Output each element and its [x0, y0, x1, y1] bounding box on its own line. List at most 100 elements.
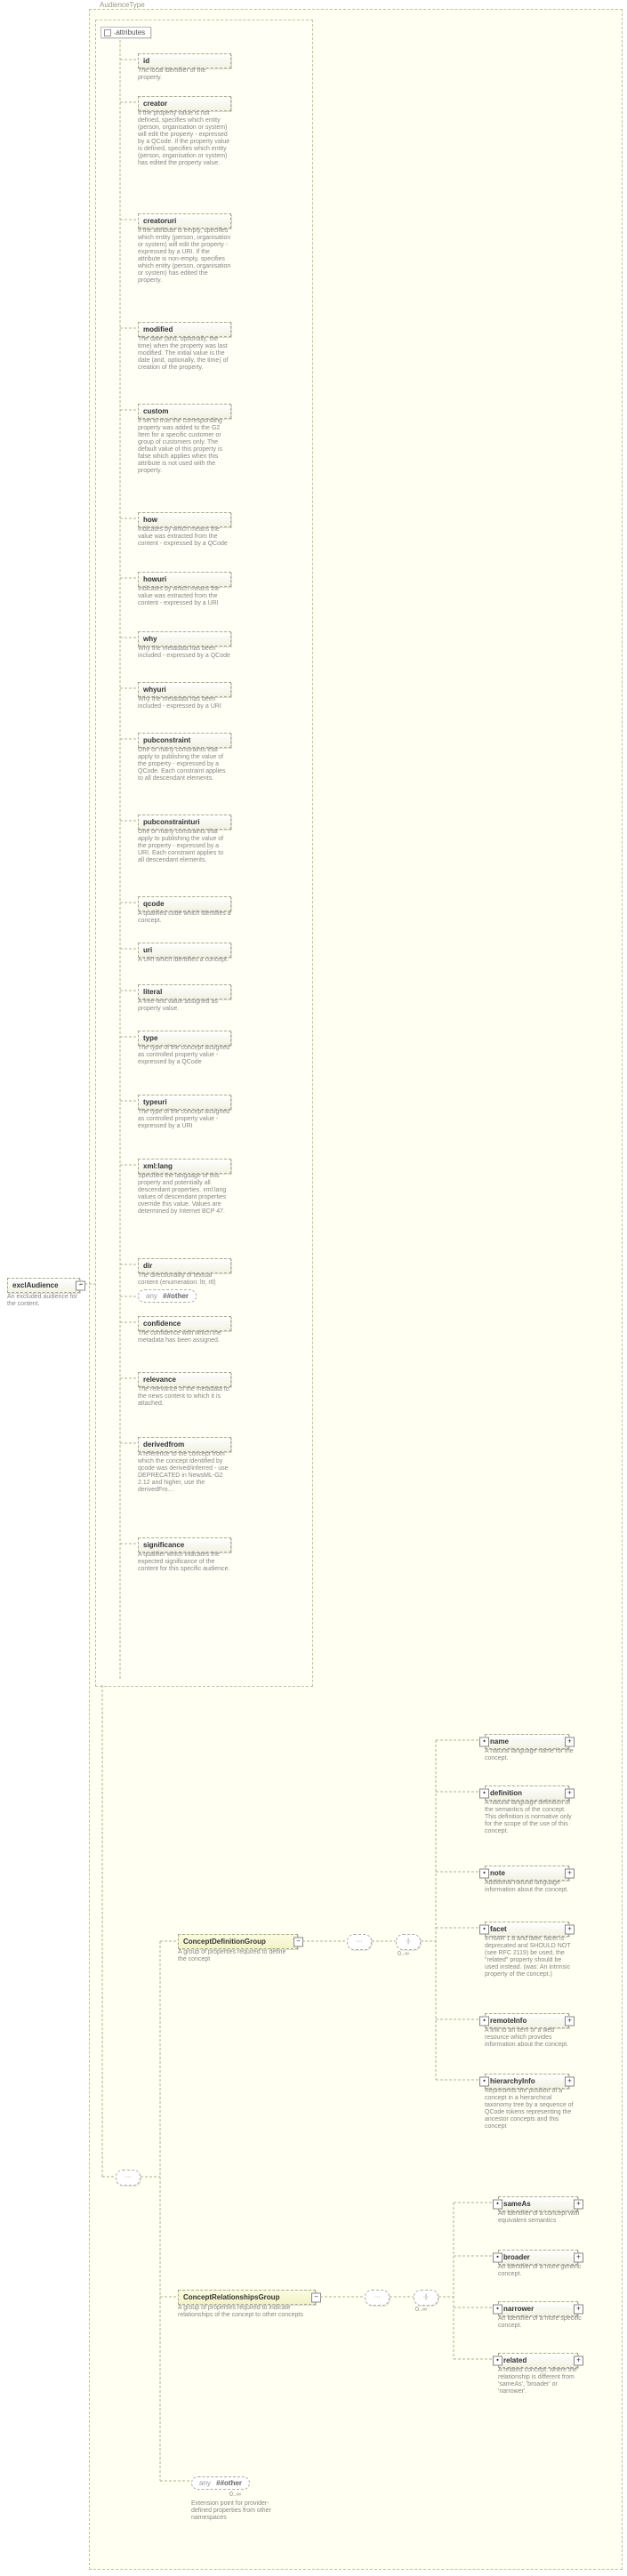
attr-dir: dir: [138, 1258, 231, 1273]
attr-why: why: [138, 631, 231, 646]
attr-desc-post-3: A qualifier which indicates the expected…: [138, 1552, 231, 1573]
minus-icon[interactable]: −: [311, 2292, 321, 2302]
elem-desc-note: Additional natural language information …: [485, 1880, 574, 1894]
choice-concept-def: ·|·: [396, 1934, 421, 1950]
elem-desc-remoteInfo: A link to an item or a web resource whic…: [485, 2027, 574, 2049]
attr-desc-14: The type of the concept assigned as cont…: [138, 1045, 231, 1066]
attr-significance: significance: [138, 1537, 231, 1553]
concept-rel-desc: A group of properties required to indica…: [178, 2305, 311, 2319]
root-node[interactable]: exclAudience −: [7, 1278, 80, 1293]
minus-icon[interactable]: −: [293, 1937, 303, 1946]
elem-desc-narrower: An identifier of a more specific concept…: [498, 2315, 587, 2330]
occ-conceptrel: 0..∞: [415, 2307, 427, 2313]
seq-concept-def: ···: [347, 1934, 372, 1950]
attr-derivedfrom: derivedfrom: [138, 1437, 231, 1452]
attr-pubconstrainturi: pubconstrainturi: [138, 815, 231, 830]
sequence-compositor: ···: [116, 2170, 141, 2186]
plus-icon[interactable]: +: [574, 2304, 583, 2314]
dot-icon: •: [479, 2016, 489, 2026]
elem-sameas[interactable]: •sameAs+: [498, 2196, 578, 2211]
elem-definition[interactable]: •definition+: [485, 1786, 569, 1801]
any-el-label: ##other: [216, 2479, 242, 2487]
plus-icon[interactable]: +: [565, 1868, 575, 1878]
attr-desc-6: Indicates by which means the value was e…: [138, 586, 231, 607]
concept-def-desc: A group of properties required to define…: [178, 1949, 293, 1963]
attr-howuri: howuri: [138, 572, 231, 587]
dot-icon: •: [493, 2304, 502, 2314]
plus-icon[interactable]: +: [565, 1788, 575, 1798]
concept-definition-group[interactable]: ConceptDefinitionGroup −: [178, 1934, 298, 1949]
elem-desc-related: A related concept, where the relationshi…: [498, 2367, 587, 2395]
any-attr-label: ##other: [163, 1292, 189, 1300]
elem-desc-name: A natural language name for the concept.: [485, 1748, 574, 1762]
attr-uri: uri: [138, 943, 231, 958]
elem-desc-definition: A natural language definition of the sem…: [485, 1800, 574, 1835]
any-other-element: any ##other: [191, 2476, 250, 2490]
elem-hierarchyinfo[interactable]: •hierarchyInfo+: [485, 2074, 569, 2089]
plus-icon[interactable]: +: [574, 2252, 583, 2262]
dot-icon: •: [479, 1788, 489, 1798]
elem-facet[interactable]: •facet+: [485, 1922, 569, 1937]
dot-icon: •: [493, 2199, 502, 2209]
attr-desc-17: The directionality of textual content (e…: [138, 1272, 231, 1287]
attr-desc-11: A qualified code which identifies a conc…: [138, 911, 231, 925]
attr-whyuri: whyuri: [138, 682, 231, 697]
any-el-occ: 0..∞: [229, 2492, 241, 2498]
concept-def-label: ConceptDefinitionGroup: [183, 1938, 266, 1946]
elem-note[interactable]: •note+: [485, 1866, 569, 1881]
elem-desc-hierarchyInfo: Represents the position of a concept in …: [485, 2088, 574, 2131]
concept-rel-label: ConceptRelationshipsGroup: [183, 2293, 279, 2301]
minus-icon[interactable]: −: [76, 1280, 85, 1290]
seq-concept-rel: ···: [365, 2290, 390, 2306]
box-icon: [104, 29, 111, 36]
attributes-label: attributes: [116, 28, 145, 36]
elem-related[interactable]: •related+: [498, 2353, 578, 2368]
attr-desc-2: If the attribute is empty, specifies whi…: [138, 228, 231, 285]
dot-icon: •: [479, 1737, 489, 1746]
attr-desc-post-0: The confidence with which the metadata h…: [138, 1330, 231, 1344]
attr-modified: modified: [138, 322, 231, 337]
plus-icon[interactable]: +: [565, 1737, 575, 1746]
attr-desc-15: The type of the concept assigned as cont…: [138, 1109, 231, 1130]
elem-broader[interactable]: •broader+: [498, 2250, 578, 2265]
elem-narrower[interactable]: •narrower+: [498, 2301, 578, 2316]
plus-icon[interactable]: +: [574, 2199, 583, 2209]
attr-desc-13: A free-text value assigned as property v…: [138, 999, 231, 1013]
plus-icon[interactable]: +: [565, 2016, 575, 2026]
elem-remoteinfo[interactable]: •remoteInfo+: [485, 2013, 569, 2028]
attr-desc-7: Why the metadata has been included - exp…: [138, 646, 231, 660]
attr-creatoruri: creatoruri: [138, 213, 231, 229]
plus-icon[interactable]: +: [565, 2076, 575, 2086]
attr-how: how: [138, 512, 231, 527]
dot-icon: •: [479, 2076, 489, 2086]
attr-desc-16: Specifies the language of this property …: [138, 1173, 231, 1216]
attr-literal: literal: [138, 984, 231, 999]
attributes-box[interactable]: attributes: [100, 27, 151, 38]
attr-desc-8: Why the metadata has been included - exp…: [138, 696, 231, 710]
attr-qcode: qcode: [138, 896, 231, 911]
attr-desc-4: If set to true the corresponding propert…: [138, 418, 231, 475]
elem-desc-broader: An identifier of a more generic concept.: [498, 2264, 587, 2278]
choice-concept-rel: ·|·: [414, 2290, 438, 2306]
root-desc: An excluded audience for the content.: [7, 1294, 83, 1308]
any-el-desc: Extension point for provider-defined pro…: [191, 2500, 289, 2522]
occ-conceptdef: 0..∞: [398, 1951, 409, 1957]
dot-icon: •: [479, 1868, 489, 1878]
attr-desc-10: One or many constraints that apply to pu…: [138, 829, 231, 864]
attr-desc-5: Indicates by which means the value was e…: [138, 526, 231, 548]
attr-desc-post-1: The relevance of the metadata to the new…: [138, 1386, 231, 1408]
attr-id: id: [138, 53, 231, 68]
attr-custom: custom: [138, 404, 231, 419]
dot-icon: •: [493, 2355, 502, 2365]
attr-desc-3: The date (and, optionally, the time) whe…: [138, 336, 231, 372]
concept-relationships-group[interactable]: ConceptRelationshipsGroup −: [178, 2290, 316, 2305]
elem-name[interactable]: •name+: [485, 1734, 569, 1749]
attr-desc-post-2: A reference to the concept from which th…: [138, 1451, 231, 1494]
dot-icon: •: [493, 2252, 502, 2262]
plus-icon[interactable]: +: [565, 1924, 575, 1934]
plus-icon[interactable]: +: [574, 2355, 583, 2365]
any-prefix: any: [146, 1292, 157, 1300]
root-node-label: exclAudience: [12, 1281, 59, 1289]
attr-desc-12: A URI which identifies a concept.: [138, 957, 231, 964]
elem-desc-facet: In NAR 1.8 and later, facet is deprecate…: [485, 1936, 574, 1978]
